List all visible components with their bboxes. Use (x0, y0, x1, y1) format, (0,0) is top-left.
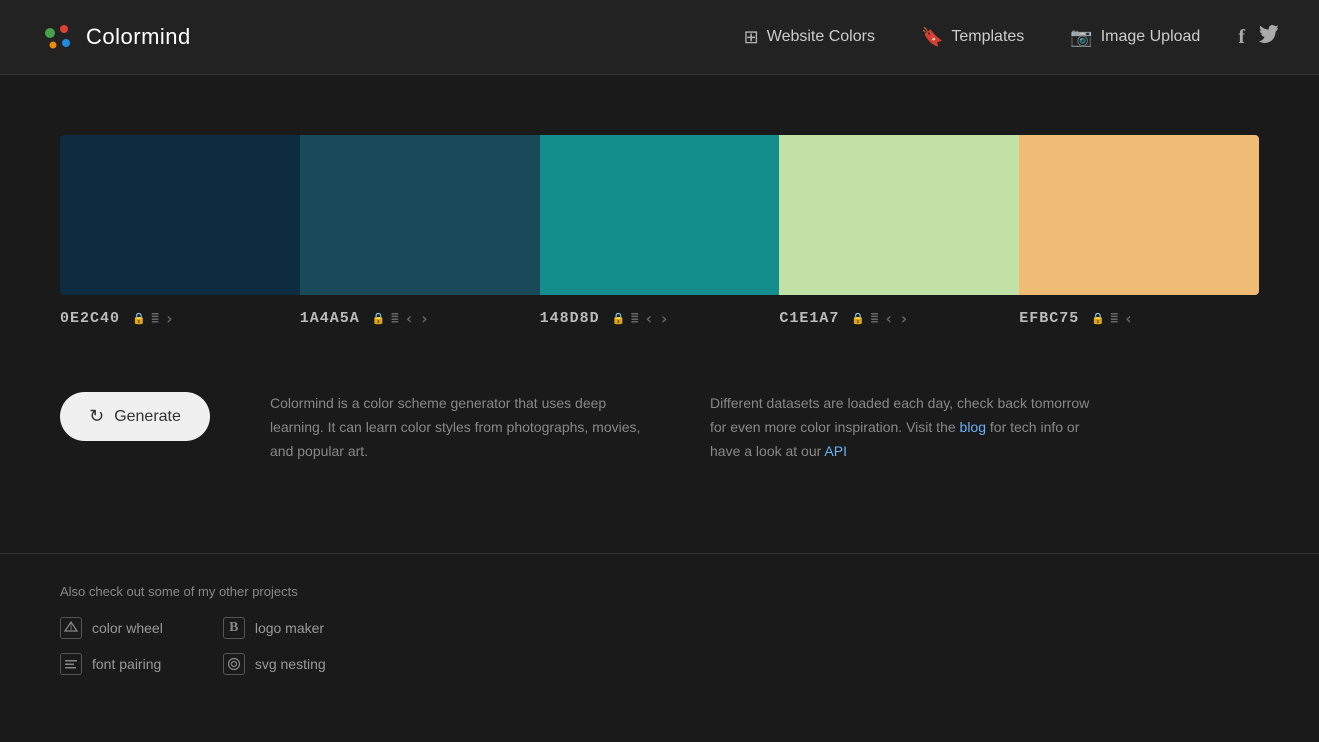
swatch-hex-2: 148D8D (540, 310, 600, 327)
info-right: Different datasets are loaded each day, … (710, 392, 1090, 463)
logo-icon (40, 19, 76, 55)
grid-icon: ⊞ (744, 27, 759, 48)
swatch-hex-3: C1E1A7 (779, 310, 839, 327)
lock-icon-0[interactable]: 🔒 (132, 312, 146, 325)
swatch-controls-4: 🔒 ≣ ‹ (1091, 309, 1134, 328)
swatch-label-4: EFBC75 🔒 ≣ ‹ (1019, 305, 1259, 332)
lock-icon-3[interactable]: 🔒 (851, 312, 865, 325)
navigation: Colormind ⊞ Website Colors 🔖 Templates 📷… (0, 0, 1319, 75)
palette-swatches (60, 135, 1259, 295)
blog-link[interactable]: blog (960, 419, 986, 435)
svg-nesting-icon (223, 653, 245, 675)
swatch-label-0: 0E2C40 🔒 ≣ › (60, 305, 300, 332)
logo-link[interactable]: Colormind (40, 19, 191, 55)
generate-button[interactable]: ↻ Generate (60, 392, 210, 441)
swatch-label-3: C1E1A7 🔒 ≣ ‹ › (779, 305, 1019, 332)
logo-text: Colormind (86, 24, 191, 50)
sliders-icon-1[interactable]: ≣ (391, 311, 399, 326)
facebook-link[interactable]: f (1238, 26, 1245, 49)
swatch-0[interactable] (60, 135, 300, 295)
swatch-controls-2: 🔒 ≣ ‹ › (612, 309, 670, 328)
font-pairing-icon (60, 653, 82, 675)
info-left-text: Colormind is a color scheme generator th… (270, 395, 640, 459)
logo-maker-link[interactable]: B logo maker (223, 617, 326, 639)
logo-maker-label: logo maker (255, 620, 324, 636)
twitter-link[interactable] (1259, 25, 1279, 50)
color-wheel-icon (60, 617, 82, 639)
camera-icon: 📷 (1070, 27, 1092, 48)
generate-label: Generate (114, 408, 181, 426)
swatch-hex-1: 1A4A5A (300, 310, 360, 327)
swatch-controls-3: 🔒 ≣ ‹ › (851, 309, 909, 328)
left-arrow-icon-3[interactable]: ‹ (884, 309, 894, 328)
nav-website-colors[interactable]: ⊞ Website Colors (726, 19, 893, 56)
nav-website-colors-label: Website Colors (767, 28, 875, 46)
right-arrow-icon-0[interactable]: › (165, 309, 175, 328)
svg-nesting-link[interactable]: svg nesting (223, 653, 326, 675)
swatch-hex-4: EFBC75 (1019, 310, 1079, 327)
swatch-label-2: 148D8D 🔒 ≣ ‹ › (540, 305, 780, 332)
palette-container: 0E2C40 🔒 ≣ › 1A4A5A 🔒 ≣ ‹ › 148D8D 🔒 ≣ ‹ › C1E1A7 🔒 ≣ ‹ › E… (60, 135, 1259, 332)
color-wheel-label: color wheel (92, 620, 163, 636)
nav-links: ⊞ Website Colors 🔖 Templates 📷 Image Upl… (726, 19, 1219, 56)
footer: Also check out some of my other projects… (0, 584, 1319, 705)
sliders-icon-4[interactable]: ≣ (1110, 311, 1118, 326)
right-arrow-icon-2[interactable]: › (659, 309, 669, 328)
color-wheel-link[interactable]: color wheel (60, 617, 163, 639)
svg-nesting-label: svg nesting (255, 656, 326, 672)
right-arrow-icon-1[interactable]: › (419, 309, 429, 328)
sliders-icon-2[interactable]: ≣ (631, 311, 639, 326)
main-content: 0E2C40 🔒 ≣ › 1A4A5A 🔒 ≣ ‹ › 148D8D 🔒 ≣ ‹ › C1E1A7 🔒 ≣ ‹ › E… (0, 75, 1319, 543)
swatch-label-1: 1A4A5A 🔒 ≣ ‹ › (300, 305, 540, 332)
api-link[interactable]: API (824, 443, 847, 459)
logo-maker-icon: B (223, 617, 245, 639)
swatch-4[interactable] (1019, 135, 1259, 295)
left-arrow-icon-4[interactable]: ‹ (1124, 309, 1134, 328)
nav-templates-label: Templates (951, 28, 1024, 46)
font-pairing-label: font pairing (92, 656, 161, 672)
bookmark-icon: 🔖 (921, 27, 943, 48)
swatch-controls-0: 🔒 ≣ › (132, 309, 175, 328)
swatch-3[interactable] (779, 135, 1019, 295)
font-pairing-link[interactable]: font pairing (60, 653, 163, 675)
left-arrow-icon-1[interactable]: ‹ (404, 309, 414, 328)
nav-templates[interactable]: 🔖 Templates (903, 19, 1042, 56)
generate-section: ↻ Generate Colormind is a color scheme g… (60, 372, 1259, 503)
sliders-icon-0[interactable]: ≣ (151, 311, 159, 326)
lock-icon-1[interactable]: 🔒 (372, 312, 386, 325)
footer-also-text: Also check out some of my other projects (60, 584, 1259, 599)
palette-labels: 0E2C40 🔒 ≣ › 1A4A5A 🔒 ≣ ‹ › 148D8D 🔒 ≣ ‹ › C1E1A7 🔒 ≣ ‹ › E… (60, 305, 1259, 332)
swatch-1[interactable] (300, 135, 540, 295)
footer-col-left: color wheel font pairing (60, 617, 163, 675)
swatch-controls-1: 🔒 ≣ ‹ › (372, 309, 430, 328)
nav-image-upload-label: Image Upload (1101, 28, 1201, 46)
nav-image-upload[interactable]: 📷 Image Upload (1052, 19, 1218, 56)
refresh-icon: ↻ (89, 406, 104, 427)
footer-links: color wheel font pairing B logo maker (60, 617, 1259, 675)
right-arrow-icon-3[interactable]: › (899, 309, 909, 328)
lock-icon-2[interactable]: 🔒 (612, 312, 626, 325)
social-links: f (1238, 25, 1279, 50)
divider (0, 553, 1319, 554)
swatch-2[interactable] (540, 135, 780, 295)
info-left: Colormind is a color scheme generator th… (270, 392, 650, 463)
footer-col-right: B logo maker svg nesting (223, 617, 326, 675)
left-arrow-icon-2[interactable]: ‹ (644, 309, 654, 328)
swatch-hex-0: 0E2C40 (60, 310, 120, 327)
lock-icon-4[interactable]: 🔒 (1091, 312, 1105, 325)
sliders-icon-3[interactable]: ≣ (871, 311, 879, 326)
